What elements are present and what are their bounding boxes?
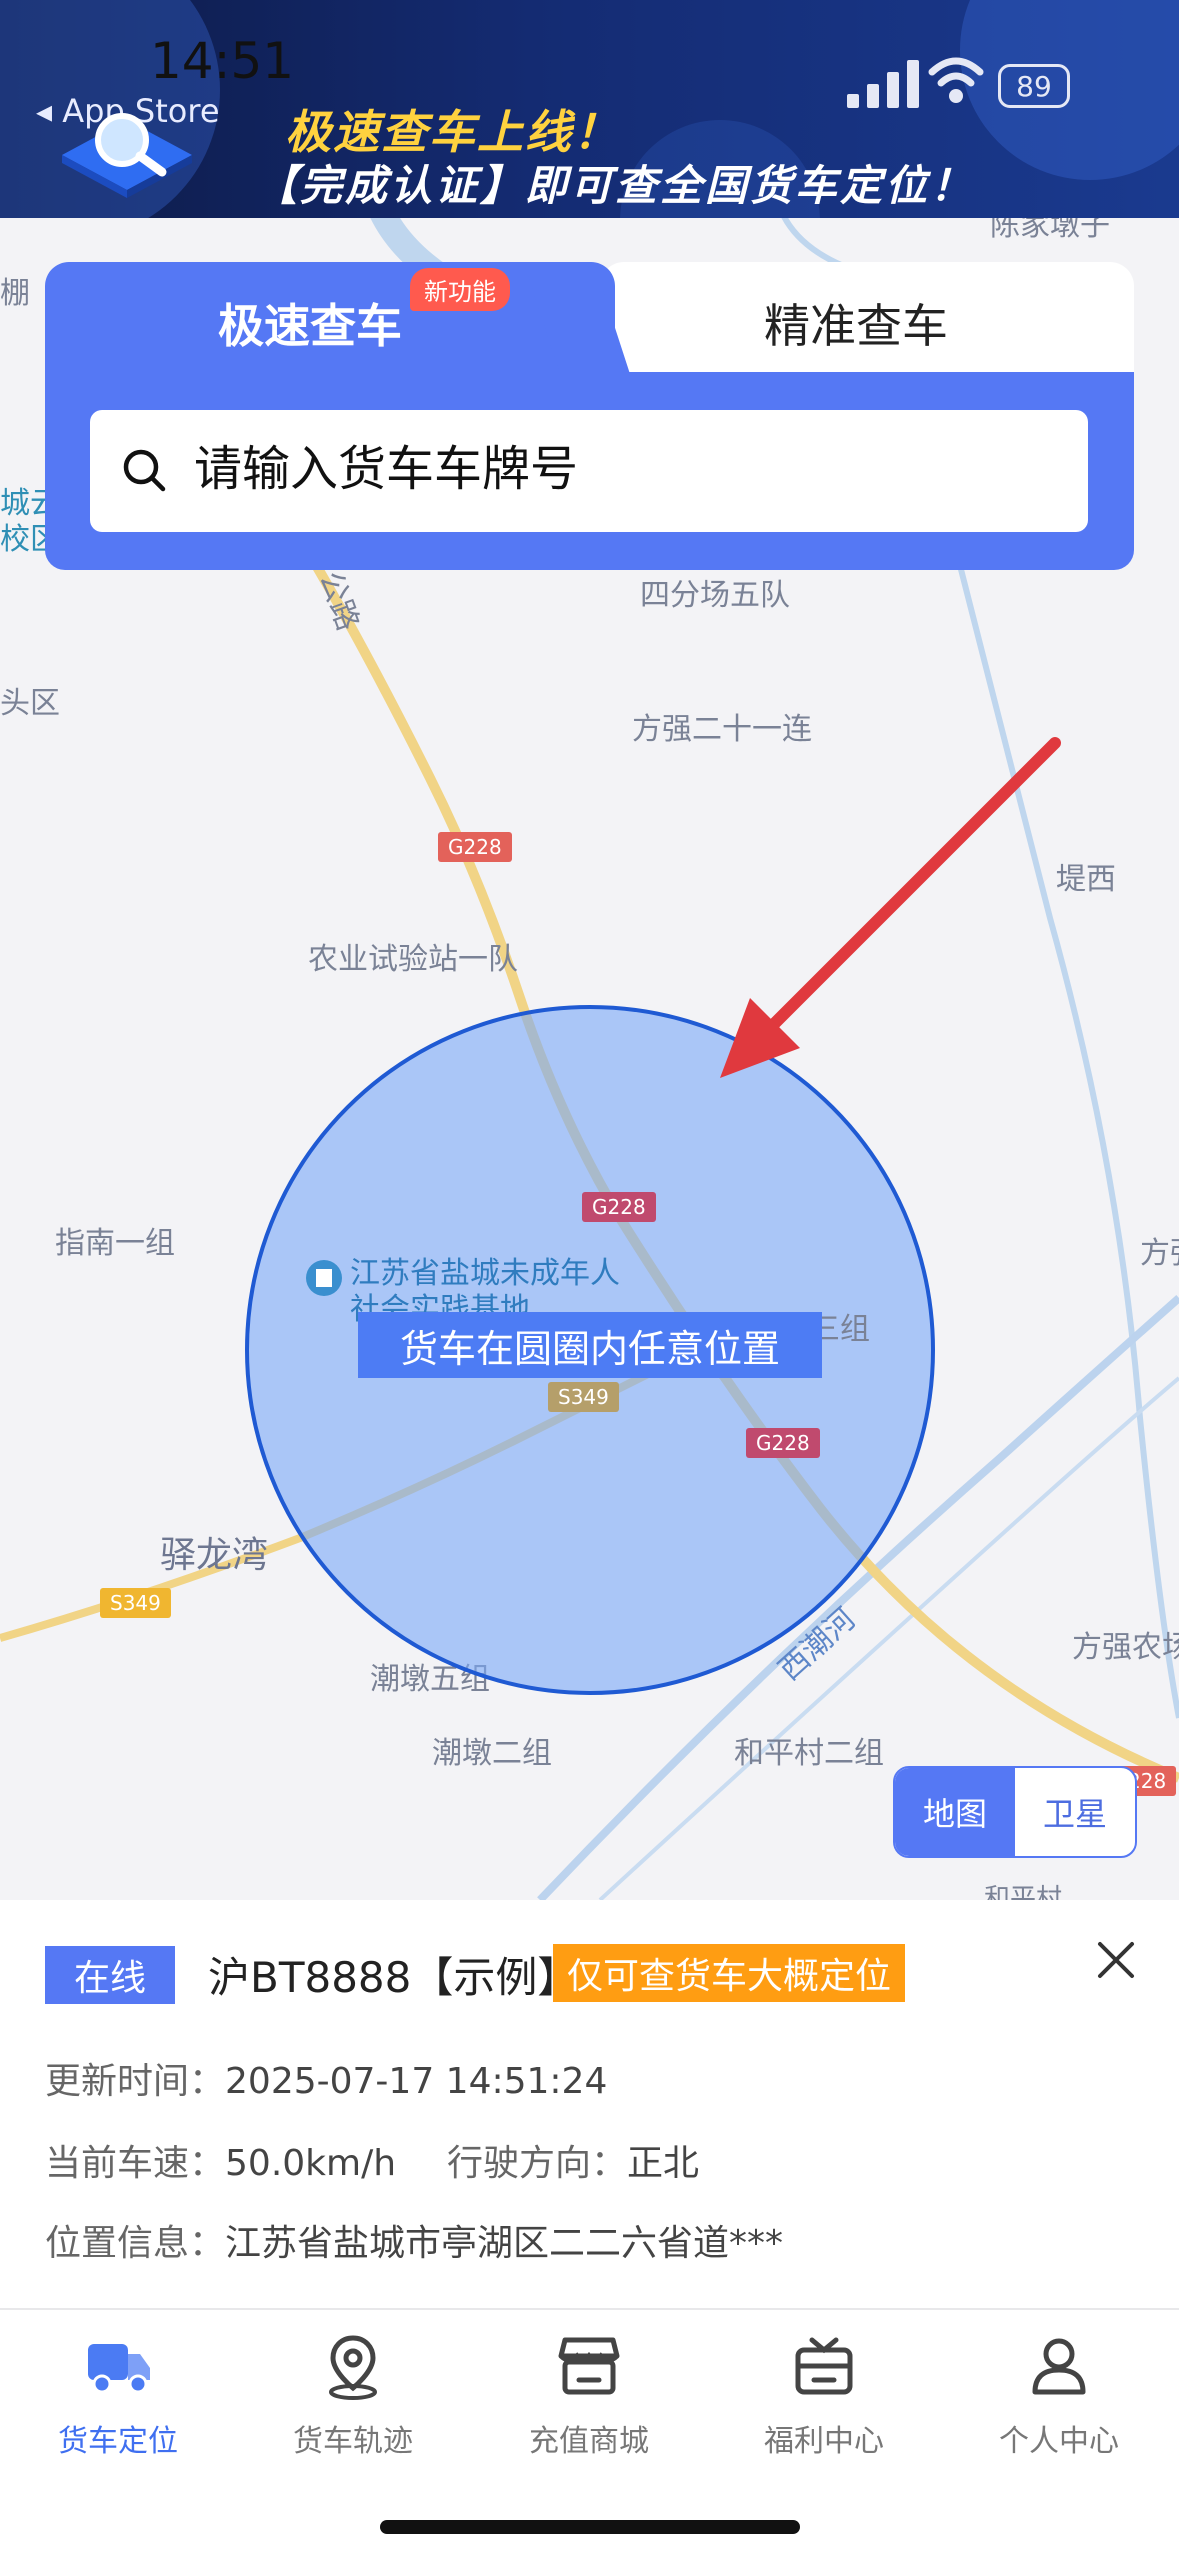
location-label: 位置信息： [45,2223,226,2264]
truck-icon [88,2344,150,2394]
tab-fast-label[interactable]: 极速查车 [218,290,402,356]
map-label: 和平村二组 [734,1736,884,1771]
gift-card-icon [795,2337,853,2395]
store-icon [558,2337,620,2395]
nav-label: 个人中心 [999,2424,1119,2459]
road-tag-g228: G228 [582,1192,656,1222]
home-indicator[interactable] [380,2520,800,2534]
update-time-label: 更新时间： [45,2061,226,2102]
road-tag-g228: G228 [438,832,512,862]
battery-icon: 89 [998,64,1070,108]
direction-value: 正北 [626,2143,699,2184]
toggle-satellite-button[interactable]: 卫星 [1015,1768,1135,1856]
nav-item-welfare[interactable]: 福利中心 [724,2330,924,2460]
speed-value: 50.0km/h [225,2143,397,2184]
magnifier-card-icon [62,113,192,198]
speed-label: 当前车速： [45,2143,226,2184]
nav-item-truck-location[interactable]: 货车定位 [18,2330,218,2460]
pointer-arrow [720,737,1061,1078]
cellular-signal-icon [847,60,919,108]
direction-label: 行驶方向： [446,2143,627,2184]
location-value: 江苏省盐城市亭湖区二二六省道*** [225,2223,784,2264]
update-time-row: 更新时间：2025-07-17 14:51:24 [45,2052,607,2104]
map-type-toggle[interactable]: 地图 卫星 [893,1766,1137,1858]
map-label: 头区 [0,686,60,721]
plate-number: 沪BT8888【示例】 [208,1953,580,2002]
promo-subtitle: 【完成认证】即可查全国货车定位！ [255,161,976,210]
search-icon [123,449,166,492]
location-pin-icon [329,2335,377,2400]
user-icon [1032,2338,1086,2395]
map-label: 和平村 [984,1884,1063,1900]
circle-caption: 货车在圆圈内任意位置 [358,1312,822,1378]
map-label: 方强 [1140,1236,1179,1271]
tab-precise-label[interactable]: 精准查车 [764,290,948,356]
nav-label: 货车定位 [58,2424,178,2459]
map-label: 潮墩二组 [432,1736,552,1771]
nav-label: 货车轨迹 [293,2424,413,2459]
wifi-icon [928,57,984,103]
toggle-map-button[interactable]: 地图 [895,1768,1015,1856]
online-status-badge: 在线 [45,1946,175,2004]
speed-direction-row: 当前车速：50.0km/h 行驶方向：正北 [45,2134,699,2186]
new-feature-badge: 新功能 [410,268,510,311]
poi-education-icon [306,1260,342,1296]
road-tag-s349: S349 [100,1588,171,1618]
nav-item-truck-track[interactable]: 货车轨迹 [253,2330,453,2460]
map-label: 陈家墩子 [990,218,1110,243]
update-time-value: 2025-07-17 14:51:24 [225,2061,608,2102]
nav-item-profile[interactable]: 个人中心 [959,2330,1159,2460]
close-icon[interactable] [1088,1932,1144,1988]
status-time: 14:51 [150,32,295,90]
nav-item-store[interactable]: 充值商城 [489,2330,689,2460]
map-label: 棚 [0,276,30,311]
map-label: 农业试验站一队 [308,942,518,977]
map-label: 方强农场 [1072,1630,1179,1665]
road-tag-s349: S349 [548,1382,619,1412]
approx-location-tag: 仅可查货车大概定位 [553,1944,906,2002]
location-row: 位置信息：江苏省盐城市亭湖区二二六省道*** [45,2214,783,2266]
map-label: 指南一组 [55,1226,175,1261]
nav-label: 充值商城 [529,2424,649,2459]
road-tag-g228: G228 [746,1428,820,1458]
nav-label: 福利中心 [764,2424,884,2459]
plate-search-input[interactable] [192,440,1056,498]
map-label: 四分场五队 [640,578,790,613]
